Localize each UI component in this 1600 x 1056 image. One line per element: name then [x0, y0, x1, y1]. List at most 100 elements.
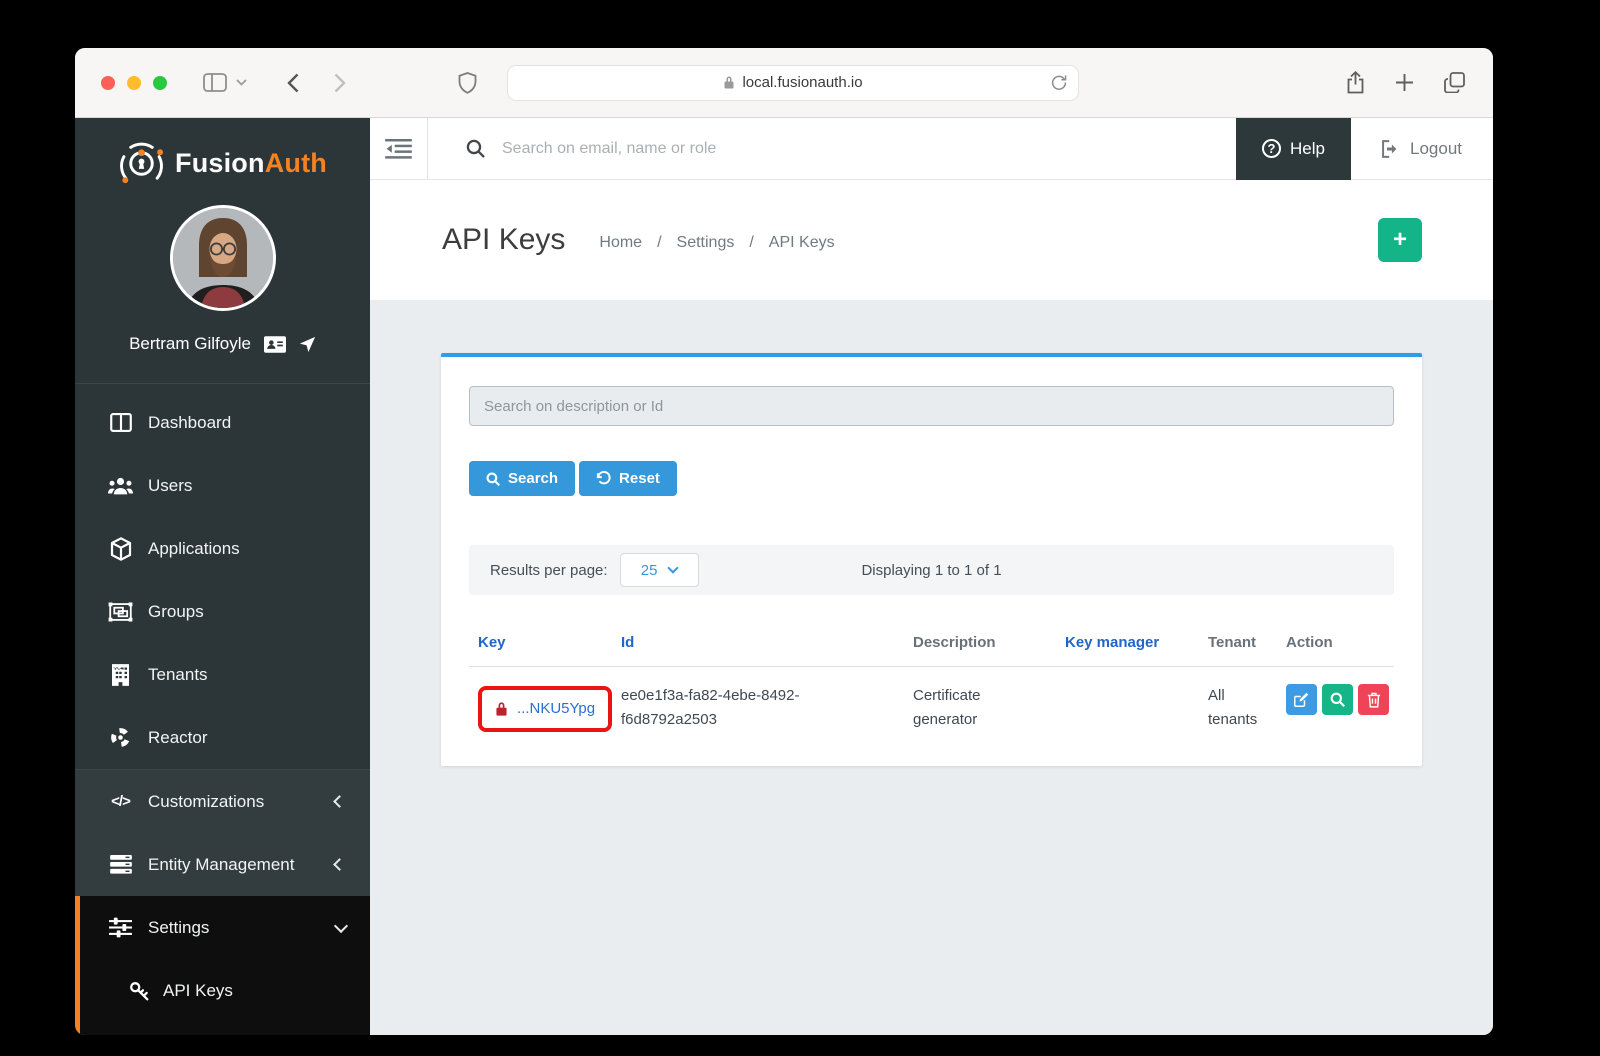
search-button[interactable]: Search: [469, 461, 575, 496]
reload-icon[interactable]: [1051, 74, 1067, 91]
sidebar-collapse-button[interactable]: [370, 118, 428, 179]
table-row: ...NKU5Ypg ee0e1f3a-fa82-4ebe-8492- f6d8…: [469, 667, 1394, 732]
topbar: ? Help Logout: [370, 118, 1493, 180]
breadcrumb: Home / Settings / API Keys: [599, 228, 834, 252]
column-header-description: Description: [913, 634, 1065, 651]
new-tab-icon[interactable]: [1395, 73, 1414, 92]
privacy-shield-icon[interactable]: [458, 72, 477, 94]
browser-sidebar-toggle-icon[interactable]: [203, 73, 227, 92]
main-area: ? Help Logout API Keys Home / Settings /…: [370, 118, 1493, 1035]
user-avatar[interactable]: [170, 205, 276, 311]
sidebar-collapsible-section: </> Customizations Entity Management: [75, 769, 370, 896]
id-cell: ee0e1f3a-fa82-4ebe-8492- f6d8792a2503: [621, 684, 913, 732]
column-header-key[interactable]: Key: [478, 634, 621, 651]
description-line: Certificate: [913, 684, 1065, 708]
column-header-id[interactable]: Id: [621, 634, 913, 651]
view-key-button[interactable]: [1322, 684, 1353, 715]
location-arrow-icon[interactable]: [299, 336, 316, 353]
brand-auth: Auth: [265, 148, 327, 178]
radiation-icon: [108, 726, 133, 749]
server-icon: [108, 855, 133, 874]
brand-fusion: Fusion: [175, 148, 265, 178]
sidebar-item-settings[interactable]: Settings: [80, 896, 370, 959]
api-keys-table: Key Id Description Key manager Tenant Ac…: [469, 622, 1394, 732]
dashboard-icon: [108, 413, 133, 432]
undo-icon: [596, 471, 611, 486]
sidebar-item-label: Customizations: [148, 792, 264, 812]
back-button-icon[interactable]: [287, 73, 299, 93]
page-title: API Keys: [442, 223, 565, 257]
logout-button[interactable]: Logout: [1351, 139, 1493, 159]
sidebar-item-dashboard[interactable]: Dashboard: [75, 391, 370, 454]
traffic-lights: [101, 76, 167, 90]
question-circle-icon: ?: [1262, 139, 1281, 158]
sidebar-settings-section: Settings API Keys: [75, 896, 370, 1035]
minimize-window-button[interactable]: [127, 76, 141, 90]
breadcrumb-current: API Keys: [769, 234, 835, 252]
lock-icon: [495, 701, 508, 717]
breadcrumb-settings[interactable]: Settings: [677, 234, 735, 252]
logout-label: Logout: [1410, 139, 1462, 159]
browser-window: local.fusionauth.io: [75, 48, 1493, 1035]
chevron-down-icon: [334, 918, 348, 932]
sidebar-item-customizations[interactable]: </> Customizations: [75, 770, 370, 833]
reset-button-label: Reset: [619, 470, 660, 487]
table-header-row: Key Id Description Key manager Tenant Ac…: [469, 622, 1394, 667]
action-cell: [1286, 684, 1394, 715]
fusionauth-logo-icon: [118, 140, 165, 187]
tenant-line: tenants: [1208, 708, 1286, 732]
breadcrumb-home[interactable]: Home: [599, 234, 642, 252]
sidebar-item-groups[interactable]: Groups: [75, 580, 370, 643]
sidebar-item-label: Groups: [148, 602, 204, 622]
edit-icon: [1294, 692, 1309, 707]
search-icon: [1330, 692, 1345, 707]
key-highlight-annotation: ...NKU5Ypg: [478, 686, 612, 732]
close-window-button[interactable]: [101, 76, 115, 90]
tenant-line: All: [1208, 684, 1286, 708]
share-icon[interactable]: [1346, 71, 1365, 94]
reset-button[interactable]: Reset: [579, 461, 677, 496]
delete-key-button[interactable]: [1358, 684, 1389, 715]
id-card-icon[interactable]: [264, 336, 286, 353]
sidebar-item-entity-management[interactable]: Entity Management: [75, 833, 370, 896]
forward-button-icon[interactable]: [334, 73, 346, 93]
address-bar[interactable]: local.fusionauth.io: [507, 65, 1079, 101]
chevron-left-icon: [333, 795, 346, 808]
user-name: Bertram Gilfoyle: [129, 334, 251, 354]
content-area: Search Reset Results per page: 25: [370, 300, 1493, 1035]
cube-icon: [108, 537, 133, 561]
id-line: f6d8792a2503: [621, 708, 913, 732]
code-icon: </>: [108, 793, 133, 810]
sidebar-item-users[interactable]: Users: [75, 454, 370, 517]
sidebar-item-reactor[interactable]: Reactor: [75, 706, 370, 769]
edit-key-button[interactable]: [1286, 684, 1317, 715]
sidebar-item-label: Dashboard: [148, 413, 231, 433]
object-group-icon: [108, 602, 133, 622]
sidebar-item-label: Reactor: [148, 728, 208, 748]
sidebar-item-applications[interactable]: Applications: [75, 517, 370, 580]
sidebar-item-tenants[interactable]: Tenants: [75, 643, 370, 706]
column-header-key-manager[interactable]: Key manager: [1065, 634, 1208, 651]
column-header-action: Action: [1286, 634, 1394, 651]
breadcrumb-separator: /: [749, 234, 753, 252]
sidebar-options-chevron-icon[interactable]: [236, 79, 247, 86]
results-bar: Results per page: 25 Displaying 1 to 1 o…: [469, 545, 1394, 595]
api-key-link[interactable]: ...NKU5Ypg: [517, 697, 595, 721]
add-api-key-button[interactable]: +: [1378, 218, 1422, 262]
sidebar-item-api-keys[interactable]: API Keys: [80, 959, 370, 1023]
outdent-icon: [385, 139, 412, 159]
search-icon: [466, 139, 485, 158]
user-row: Bertram Gilfoyle: [75, 334, 370, 354]
help-button[interactable]: ? Help: [1236, 118, 1351, 180]
sidebar-nav: Dashboard Users Applications: [75, 384, 370, 769]
sign-out-icon: [1382, 140, 1400, 158]
global-search-input[interactable]: [502, 140, 964, 158]
fusionauth-logo: FusionAuth: [75, 118, 370, 187]
tab-overview-icon[interactable]: [1444, 72, 1465, 93]
search-button-label: Search: [508, 470, 558, 487]
global-search: [466, 139, 1236, 158]
building-icon: [108, 664, 133, 686]
description-search-input[interactable]: [469, 386, 1394, 426]
sidebar-item-label: Tenants: [148, 665, 208, 685]
zoom-window-button[interactable]: [153, 76, 167, 90]
